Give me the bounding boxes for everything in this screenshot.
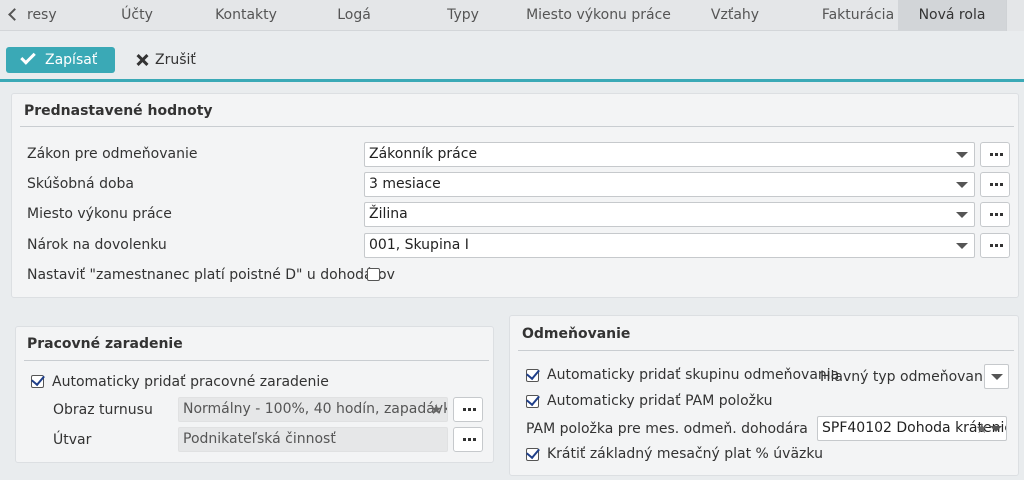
- probation-value: 3 mesiace: [369, 176, 441, 192]
- unit-value: Podnikateľská činnosť: [183, 431, 336, 447]
- vacation-value: 001, Skupina I: [369, 237, 469, 253]
- tab-scroll-strip[interactable]: [1006, 0, 1024, 31]
- reduce-label: Krátiť základný mesačný plat % úväzku: [547, 446, 823, 462]
- unit-select[interactable]: Podnikateľská činnosť: [178, 427, 448, 452]
- unit-label: Útvar: [53, 432, 92, 448]
- tab-vztahy[interactable]: Vzťahy: [690, 0, 780, 31]
- check-icon: [20, 49, 36, 65]
- star-icon: ★: [430, 402, 443, 418]
- save-button-label: Zapísať: [45, 52, 98, 68]
- cancel-button-label: Zrušiť: [155, 52, 196, 68]
- vacation-select[interactable]: 001, Skupina I: [364, 233, 975, 258]
- tab-kontakty[interactable]: Kontakty: [196, 0, 296, 31]
- tab-nova-rola[interactable]: Nová rola: [898, 0, 1006, 31]
- chevron-left-icon: [8, 8, 21, 21]
- probation-label: Skúšobná doba: [27, 176, 135, 192]
- auto-work-checkbox[interactable]: [31, 375, 44, 388]
- save-button[interactable]: Zapísať: [6, 47, 115, 73]
- tab-back-label: resy: [27, 7, 57, 23]
- chevron-down-icon: [990, 426, 1002, 432]
- auto-pam-checkbox[interactable]: [526, 395, 539, 408]
- law-more-button[interactable]: [980, 142, 1010, 167]
- main-type-dropdown[interactable]: [984, 364, 1009, 389]
- work-panel: Pracovné zaradenie Automaticky pridať pr…: [15, 326, 494, 463]
- unit-more-button[interactable]: [453, 427, 483, 452]
- law-select[interactable]: Zákonník práce: [364, 142, 975, 167]
- chevron-down-icon: [956, 152, 968, 158]
- divider: [20, 126, 1014, 127]
- more-icon: [463, 438, 476, 441]
- toolbar-accent-line: [0, 79, 1024, 82]
- tab-miesto-vykonu-prace[interactable]: Miesto výkonu práce: [520, 0, 677, 31]
- chevron-down-icon: [956, 212, 968, 218]
- chevron-down-icon: [956, 243, 968, 249]
- divider: [518, 350, 1014, 351]
- workplace-label: Miesto výkonu práce: [27, 206, 172, 222]
- insurance-checkbox[interactable]: [367, 268, 380, 281]
- pam-select[interactable]: SPF40102 Dohoda krátenie ★: [817, 416, 1007, 441]
- auto-pam-label: Automaticky pridať PAM položku: [547, 393, 773, 409]
- defaults-panel-title: Prednastavené hodnoty: [24, 103, 213, 119]
- reduce-checkbox[interactable]: [526, 448, 539, 461]
- more-icon: [990, 153, 1003, 156]
- divider: [24, 360, 489, 361]
- more-icon: [990, 244, 1003, 247]
- workplace-more-button[interactable]: [980, 202, 1010, 227]
- pam-label: PAM položka pre mes. odmeň. dohodára: [526, 421, 808, 437]
- workplace-value: Žilina: [369, 206, 408, 222]
- tab-bar: resy Účty Kontakty Logá Typy Miesto výko…: [0, 0, 1024, 31]
- auto-work-label: Automaticky pridať pracovné zaradenie: [52, 374, 329, 390]
- law-value: Zákonník práce: [369, 146, 478, 162]
- tab-typy[interactable]: Typy: [418, 0, 508, 31]
- auto-group-label: Automaticky pridať skupinu odmeňovania: [547, 367, 840, 383]
- tab-back[interactable]: resy: [0, 0, 70, 31]
- chevron-down-icon: [991, 374, 1003, 380]
- probation-more-button[interactable]: [980, 172, 1010, 197]
- pay-panel: Odmeňovanie Automaticky pridať skupinu o…: [509, 315, 1019, 476]
- shift-label: Obraz turnusu: [53, 402, 153, 418]
- insurance-checkbox-label: Nastaviť "zamestnanec platí poistné D" u…: [27, 267, 395, 283]
- probation-select[interactable]: 3 mesiace: [364, 172, 975, 197]
- more-icon: [990, 183, 1003, 186]
- tab-loga[interactable]: Logá: [310, 0, 398, 31]
- main-type-label: Hlavný typ odmeňovania: [820, 369, 996, 385]
- shift-select[interactable]: Normálny - 100%, 40 hodín, zapadávka 1: [178, 397, 448, 422]
- pay-panel-title: Odmeňovanie: [522, 326, 631, 342]
- close-icon: [136, 54, 148, 66]
- workplace-select[interactable]: Žilina: [364, 202, 975, 227]
- defaults-panel: Prednastavené hodnoty Zákon pre odmeňova…: [11, 93, 1019, 298]
- tab-ucty[interactable]: Účty: [92, 0, 182, 31]
- law-label: Zákon pre odmeňovanie: [27, 146, 198, 162]
- cancel-button[interactable]: Zrušiť: [133, 47, 196, 73]
- shift-value: Normálny - 100%, 40 hodín, zapadávka 1: [183, 401, 448, 417]
- shift-more-button[interactable]: [453, 397, 483, 422]
- vacation-more-button[interactable]: [980, 233, 1010, 258]
- chevron-down-icon: [956, 182, 968, 188]
- more-icon: [463, 408, 476, 411]
- auto-group-checkbox[interactable]: [526, 369, 539, 382]
- work-panel-title: Pracovné zaradenie: [27, 336, 183, 352]
- star-icon: ★: [975, 421, 988, 437]
- vacation-label: Nárok na dovolenku: [27, 237, 167, 253]
- more-icon: [990, 213, 1003, 216]
